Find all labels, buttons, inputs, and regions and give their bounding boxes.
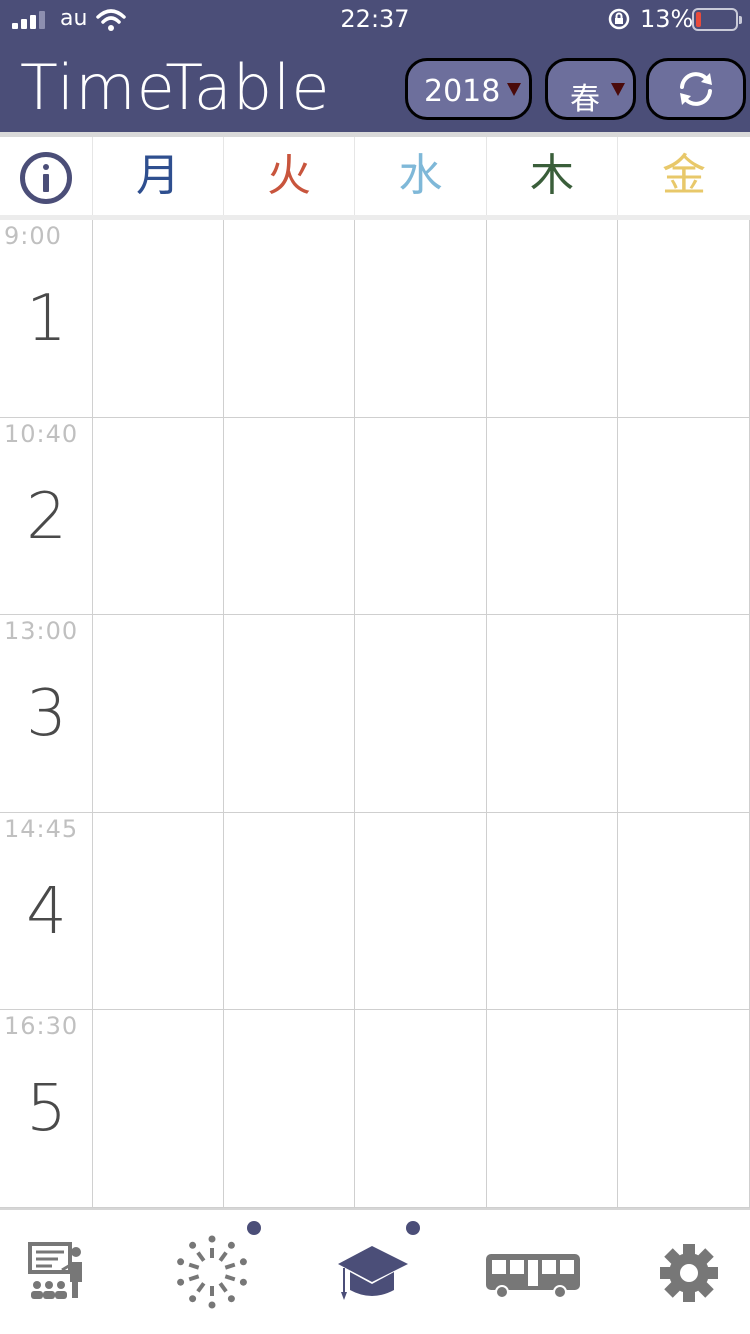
- class-slot[interactable]: [487, 220, 618, 418]
- day-label: 月: [136, 150, 180, 201]
- period-start-time: 13:00: [4, 617, 79, 645]
- graduation-cap-icon: [338, 1246, 408, 1300]
- app-title: TimeTable: [20, 51, 331, 124]
- day-tuesday: 火: [224, 137, 355, 215]
- battery-icon: [692, 8, 742, 31]
- year-dropdown-icon: [507, 83, 521, 96]
- period-start-time: 10:40: [4, 420, 79, 448]
- season-selector[interactable]: 春: [545, 58, 636, 120]
- battery-level: [696, 12, 701, 27]
- classroom-icon: [28, 1242, 82, 1299]
- period-number: 5: [26, 1072, 67, 1146]
- refresh-button[interactable]: [646, 58, 746, 120]
- timetable-badge: [406, 1221, 420, 1235]
- class-slot[interactable]: [618, 418, 750, 615]
- period-start-time: 9:00: [4, 222, 62, 250]
- season-dropdown-icon: [611, 83, 625, 96]
- class-slot[interactable]: [618, 813, 750, 1010]
- class-slot[interactable]: [93, 220, 224, 418]
- period-cell: 16:30 5: [0, 1010, 93, 1208]
- period-cell: 9:00 1: [0, 220, 93, 418]
- community-icon: [177, 1235, 247, 1309]
- app-header: au 22:37 13% TimeTable 2018 春: [0, 0, 750, 134]
- period-start-time: 16:30: [4, 1012, 79, 1040]
- class-slot[interactable]: [224, 418, 355, 615]
- class-slot[interactable]: [355, 418, 487, 615]
- class-slot[interactable]: [224, 220, 355, 418]
- tab-bar: [0, 1208, 750, 1334]
- period-cell: 10:40 2: [0, 418, 93, 615]
- day-label: 火: [267, 150, 311, 201]
- day-header-row: 月 火 水 木 金: [0, 137, 750, 215]
- class-slot[interactable]: [93, 418, 224, 615]
- year-value: 2018: [424, 74, 501, 109]
- period-number: 1: [26, 282, 67, 356]
- day-label: 木: [530, 150, 574, 201]
- class-slot[interactable]: [355, 220, 487, 418]
- day-friday: 金: [618, 137, 750, 215]
- class-slot[interactable]: [487, 813, 618, 1010]
- period-number: 2: [26, 480, 67, 554]
- class-slot[interactable]: [355, 813, 487, 1010]
- period-cell: 13:00 3: [0, 615, 93, 813]
- class-slot[interactable]: [355, 1010, 487, 1208]
- rotation-lock-icon: [608, 8, 630, 30]
- class-slot[interactable]: [618, 1010, 750, 1208]
- class-slot[interactable]: [93, 615, 224, 813]
- tab-timetable[interactable]: [298, 1210, 448, 1334]
- period-start-time: 14:45: [4, 815, 79, 843]
- class-slot[interactable]: [487, 615, 618, 813]
- day-label: 水: [398, 150, 443, 201]
- class-slot[interactable]: [618, 220, 750, 418]
- gear-icon: [660, 1244, 718, 1302]
- period-number: 3: [26, 677, 67, 751]
- day-wednesday: 水: [355, 137, 487, 215]
- bus-icon: [486, 1254, 580, 1299]
- timetable-grid: 9:00 1 10:40 2 13:00 3 14:45 4 16:30 5: [0, 220, 750, 1208]
- info-icon[interactable]: [20, 152, 72, 204]
- tab-community[interactable]: [137, 1210, 287, 1334]
- year-selector[interactable]: 2018: [405, 58, 532, 120]
- class-slot[interactable]: [355, 615, 487, 813]
- class-slot[interactable]: [224, 813, 355, 1010]
- class-slot[interactable]: [224, 1010, 355, 1208]
- period-cell: 14:45 4: [0, 813, 93, 1010]
- class-slot[interactable]: [224, 615, 355, 813]
- class-slot[interactable]: [487, 1010, 618, 1208]
- day-thursday: 木: [487, 137, 618, 215]
- tab-settings[interactable]: [612, 1210, 750, 1334]
- tab-bus[interactable]: [458, 1210, 608, 1334]
- status-bar: au 22:37 13%: [0, 0, 750, 40]
- season-value: 春: [570, 82, 600, 117]
- period-number: 4: [26, 875, 67, 949]
- community-badge: [247, 1221, 261, 1235]
- class-slot[interactable]: [487, 418, 618, 615]
- refresh-icon: [680, 72, 712, 106]
- class-slot[interactable]: [93, 813, 224, 1010]
- clock: 22:37: [340, 5, 410, 33]
- class-slot[interactable]: [93, 1010, 224, 1208]
- tab-classroom[interactable]: [0, 1210, 150, 1334]
- day-monday: 月: [93, 137, 224, 215]
- day-label: 金: [662, 150, 706, 201]
- battery-percent: 13%: [640, 5, 694, 33]
- class-slot[interactable]: [618, 615, 750, 813]
